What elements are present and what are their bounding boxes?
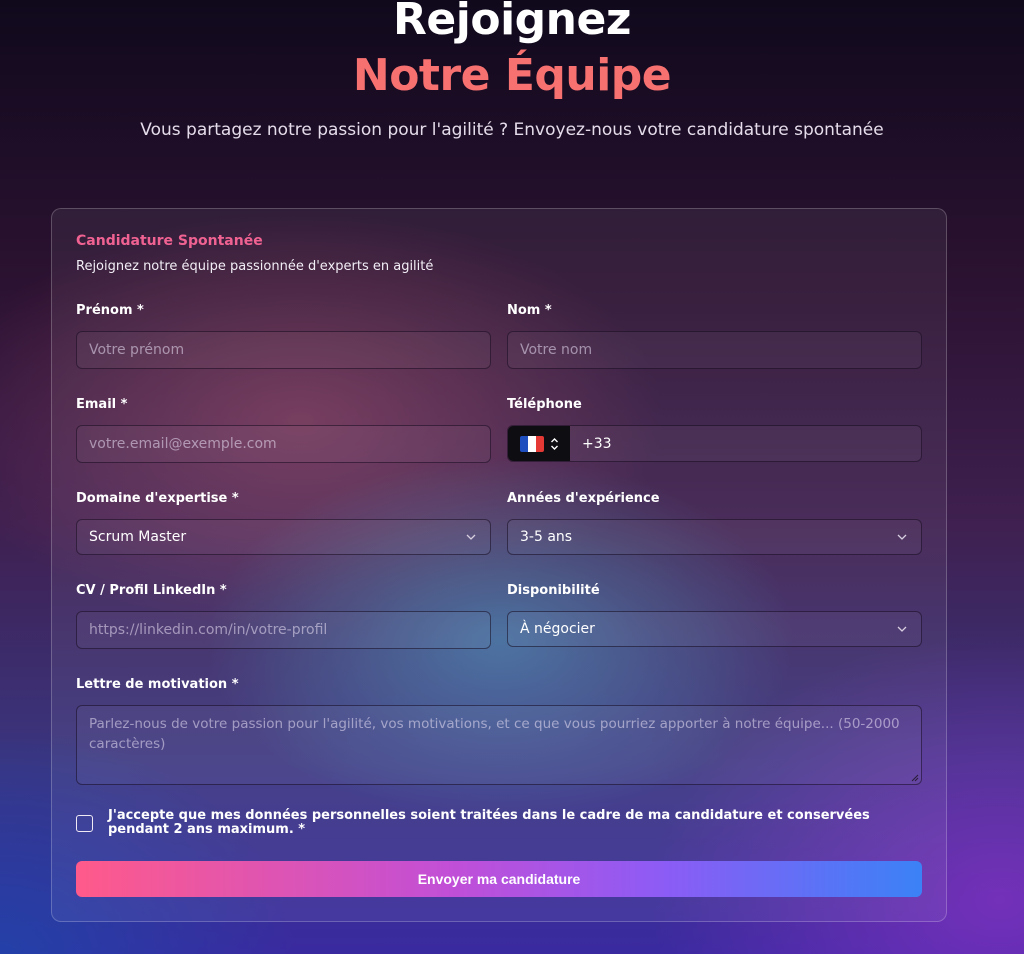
country-selector[interactable] [508, 426, 570, 461]
cv-field[interactable] [76, 611, 491, 649]
consent-checkbox[interactable] [76, 815, 93, 832]
last-name-label: Nom * [507, 303, 552, 318]
last-name-input[interactable] [520, 332, 921, 368]
chevron-down-icon [897, 626, 907, 632]
fr-flag-icon [520, 435, 544, 452]
form-title: Candidature Spontanée [76, 233, 263, 249]
email-label: Email * [76, 397, 128, 412]
motivation-field[interactable] [76, 705, 922, 785]
expertise-select[interactable]: Scrum Master [76, 519, 491, 555]
hero-title-line1: Rejoignez [393, 0, 631, 45]
phone-label: Téléphone [507, 397, 582, 412]
experience-label: Années d'expérience [507, 491, 660, 506]
phone-field[interactable]: +33 [507, 425, 922, 462]
submit-button[interactable]: Envoyer ma candidature [76, 861, 922, 897]
consent-label: J'accepte que mes données personnelles s… [108, 808, 870, 837]
experience-select[interactable]: 3-5 ans [507, 519, 922, 555]
first-name-input[interactable] [89, 332, 490, 368]
hero-title-line2: Notre Équipe [352, 50, 672, 101]
availability-label: Disponibilité [507, 583, 600, 598]
cv-label: CV / Profil LinkedIn * [76, 583, 227, 598]
first-name-field[interactable] [76, 331, 491, 369]
availability-select[interactable]: À négocier [507, 611, 922, 647]
chevron-down-icon [897, 534, 907, 540]
chevron-down-icon [466, 534, 476, 540]
updown-chevron-icon [551, 437, 558, 450]
experience-value: 3-5 ans [520, 529, 573, 545]
expertise-value: Scrum Master [89, 529, 187, 545]
availability-value: À négocier [520, 621, 595, 637]
resize-grip-icon[interactable] [911, 774, 919, 782]
cv-input[interactable] [89, 612, 490, 648]
application-form-card: Candidature Spontanée Rejoignez notre éq… [51, 208, 947, 922]
first-name-label: Prénom * [76, 303, 144, 318]
form-description: Rejoignez notre équipe passionnée d'expe… [76, 259, 434, 274]
email-input[interactable] [89, 426, 490, 462]
email-field[interactable] [76, 425, 491, 463]
expertise-label: Domaine d'expertise * [76, 491, 239, 506]
last-name-field[interactable] [507, 331, 922, 369]
motivation-textarea[interactable] [89, 714, 909, 776]
motivation-label: Lettre de motivation * [76, 677, 239, 692]
phone-input[interactable]: +33 [570, 436, 612, 452]
hero-subtitle: Vous partagez notre passion pour l'agili… [140, 120, 884, 140]
